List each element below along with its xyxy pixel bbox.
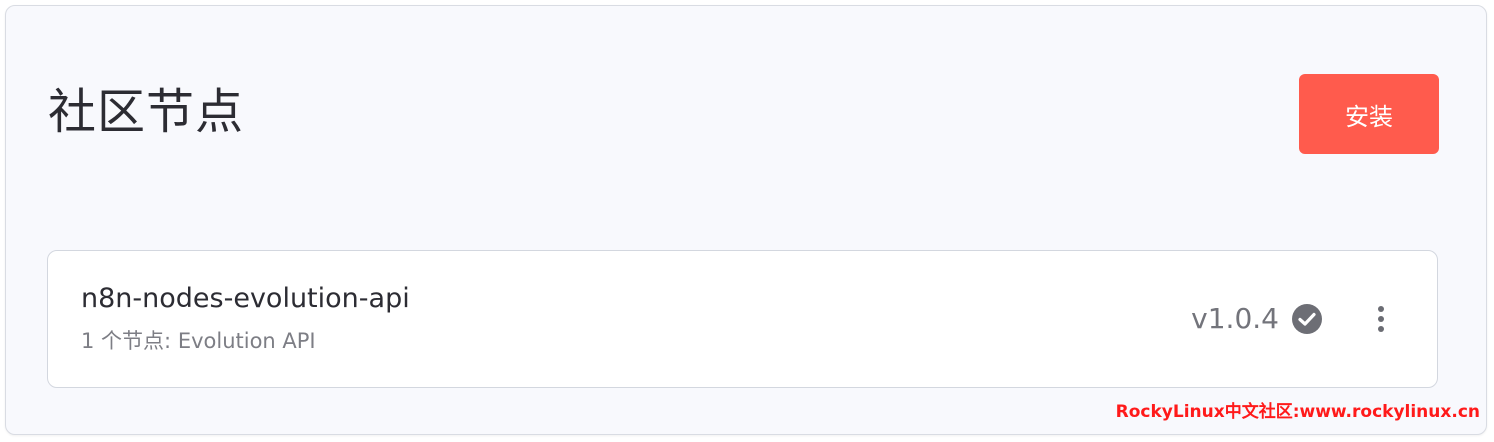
version-info: v1.0.4 — [1191, 301, 1323, 337]
more-vertical-icon — [1378, 306, 1384, 312]
more-vertical-icon-dot — [1378, 326, 1384, 332]
verified-check-icon — [1291, 303, 1323, 335]
community-nodes-panel: 社区节点 安装 n8n-nodes-evolution-api 1 个节点: E… — [5, 5, 1487, 435]
more-vertical-icon-dot — [1378, 316, 1384, 322]
node-count-label: 1 个节点: — [81, 329, 172, 353]
version-label: v1.0.4 — [1191, 302, 1279, 335]
page-title: 社区节点 — [48, 84, 245, 140]
install-button[interactable]: 安装 — [1299, 74, 1439, 154]
more-options-button[interactable] — [1369, 301, 1393, 337]
node-list: Evolution API — [177, 329, 316, 353]
watermark-text: RockyLinux中文社区:www.rockylinux.cn — [1115, 402, 1480, 422]
node-card[interactable]: n8n-nodes-evolution-api 1 个节点: Evolution… — [47, 250, 1438, 388]
node-subtitle: 1 个节点: Evolution API — [81, 327, 316, 355]
node-package-name: n8n-nodes-evolution-api — [81, 283, 410, 314]
